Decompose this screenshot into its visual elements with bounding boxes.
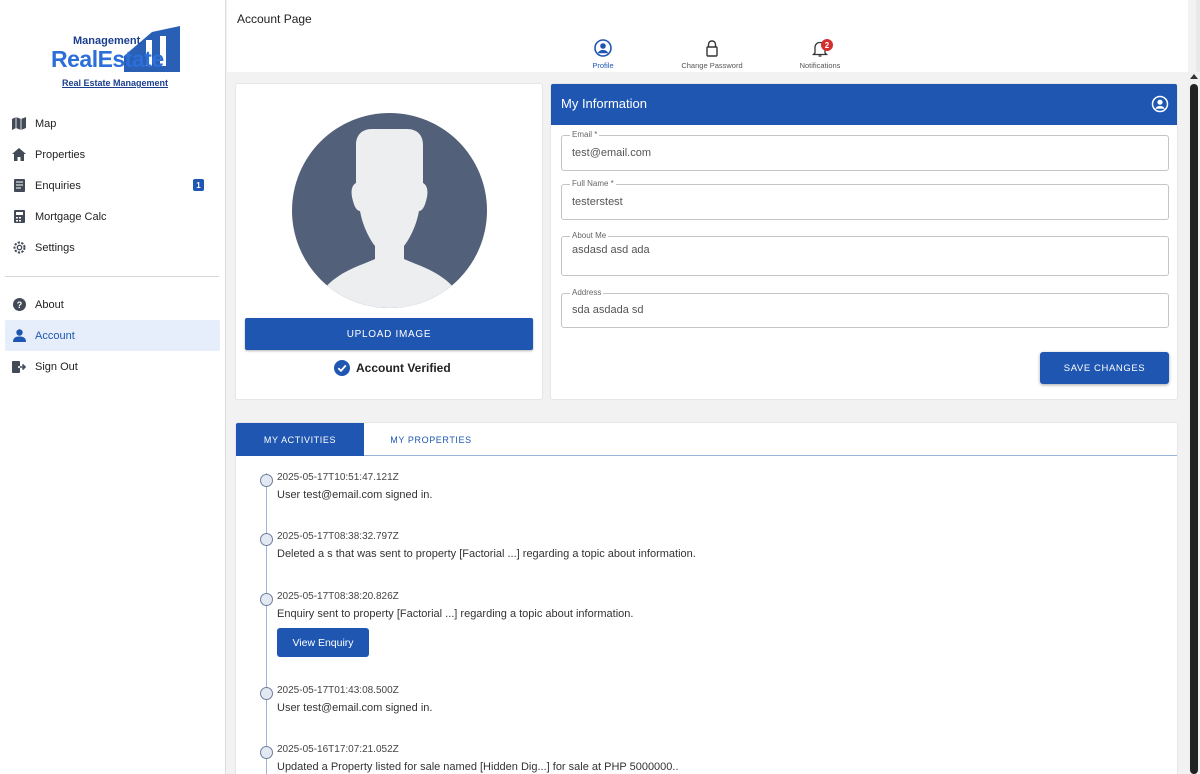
main-nav: Map Properties Enquiries 1 Mortgage Calc	[5, 108, 220, 263]
page-scrollbar[interactable]	[1188, 72, 1200, 774]
notifications-count-badge: 2	[821, 39, 833, 51]
address-field-value[interactable]: sda asdada sd	[572, 304, 644, 316]
email-field-value[interactable]: test@email.com	[572, 147, 651, 159]
sidebar-item-settings[interactable]: Settings	[5, 232, 220, 263]
about-me-field[interactable]: About Me asdasd asd ada	[561, 231, 1169, 276]
sidebar: Management RealEstate Real Estate Manage…	[0, 0, 226, 774]
sidebar-item-about[interactable]: ? About	[5, 289, 220, 320]
sidebar-item-label: Sign Out	[35, 360, 78, 373]
timeline-timestamp: 2025-05-17T01:43:08.500Z	[277, 685, 399, 696]
account-circle-icon	[593, 38, 613, 58]
brand-name: RealEstate	[51, 46, 164, 72]
logout-icon	[12, 360, 26, 374]
timeline-timestamp: 2025-05-17T08:38:20.826Z	[277, 591, 399, 602]
tab-my-activities[interactable]: MY ACTIVITIES	[236, 423, 364, 456]
tab-label: Notifications	[799, 61, 841, 70]
sidebar-item-label: Settings	[35, 241, 75, 254]
verified-label: Account Verified	[356, 361, 451, 375]
timeline-message: Updated a Property listed for sale named…	[277, 761, 679, 773]
avatar[interactable]	[292, 113, 487, 308]
person-icon	[12, 329, 26, 343]
sidebar-item-label: Properties	[35, 148, 86, 161]
home-icon	[12, 148, 26, 162]
timeline-message: User test@email.com signed in.	[277, 489, 433, 501]
timeline-message: Enquiry sent to property [Factorial ...]…	[277, 608, 634, 620]
tab-profile[interactable]: Profile	[553, 38, 653, 70]
email-field[interactable]: Email * test@email.com	[561, 130, 1169, 171]
tab-my-properties[interactable]: MY PROPERTIES	[364, 423, 498, 456]
timeline-timestamp: 2025-05-16T17:07:21.052Z	[277, 744, 399, 755]
full-name-field-value[interactable]: testerstest	[572, 196, 623, 208]
secondary-nav: ? About Account Sign Out	[5, 289, 220, 382]
sidebar-item-label: About	[35, 298, 64, 311]
page-title: Account Page	[237, 12, 312, 26]
bell-icon: 2	[810, 38, 833, 58]
activity-card: MY ACTIVITIES MY PROPERTIES 2025-05-17T1…	[235, 422, 1178, 774]
tab-label: Change Password	[681, 61, 743, 70]
about-me-field-label: About Me	[570, 231, 609, 240]
sidebar-divider	[5, 276, 219, 277]
timeline-dot	[260, 687, 273, 700]
info-card-header: My Information	[551, 84, 1177, 125]
document-icon	[12, 179, 26, 193]
timeline-message: Deleted a s that was sent to property [F…	[277, 548, 696, 560]
sidebar-item-label: Account	[35, 329, 75, 342]
tab-notifications[interactable]: 2 Notifications	[770, 38, 870, 70]
timeline-dot	[260, 746, 273, 759]
upload-image-button[interactable]: UPLOAD IMAGE	[245, 318, 533, 350]
info-card-title: My Information	[561, 96, 647, 111]
my-information-card: My Information Email * test@email.com Fu…	[550, 83, 1178, 400]
sidebar-item-enquiries[interactable]: Enquiries 1	[5, 170, 220, 201]
activity-tabs: MY ACTIVITIES MY PROPERTIES	[236, 423, 1177, 456]
timeline-dot	[260, 533, 273, 546]
account-verified-status: Account Verified	[334, 360, 451, 376]
map-icon	[12, 117, 26, 131]
timeline-timestamp: 2025-05-17T08:38:32.797Z	[277, 531, 399, 542]
tab-change-password[interactable]: Change Password	[662, 38, 762, 70]
full-name-field[interactable]: Full Name * testerstest	[561, 179, 1169, 220]
timeline-connector	[266, 473, 267, 774]
svg-text:?: ?	[16, 300, 22, 310]
window-edge	[1196, 0, 1200, 72]
sidebar-item-label: Mortgage Calc	[35, 210, 107, 223]
lock-icon	[702, 38, 722, 58]
profile-card: UPLOAD IMAGE Account Verified	[235, 83, 543, 400]
scroll-up-arrow-icon[interactable]	[1190, 74, 1198, 79]
sidebar-item-properties[interactable]: Properties	[5, 139, 220, 170]
address-field-label: Address	[570, 288, 604, 297]
timeline-dot	[260, 474, 273, 487]
brand-subtitle[interactable]: Real Estate Management	[62, 78, 168, 88]
view-enquiry-button[interactable]: View Enquiry	[277, 628, 369, 657]
sidebar-item-sign-out[interactable]: Sign Out	[5, 351, 220, 382]
sidebar-item-account[interactable]: Account	[5, 320, 220, 351]
sidebar-item-label: Enquiries	[35, 179, 81, 192]
full-name-field-label: Full Name *	[570, 179, 616, 188]
sidebar-item-mortgage-calc[interactable]: Mortgage Calc	[5, 201, 220, 232]
timeline-dot	[260, 593, 273, 606]
timeline-timestamp: 2025-05-17T10:51:47.121Z	[277, 472, 399, 483]
scrollbar-thumb[interactable]	[1190, 84, 1198, 774]
person-silhouette-icon	[324, 129, 455, 308]
sidebar-item-map[interactable]: Map	[5, 108, 220, 139]
gear-icon	[12, 241, 26, 255]
calculator-icon	[12, 210, 26, 224]
page-header: Account Page Profile Change Password 2 N…	[227, 0, 1188, 72]
timeline-message: User test@email.com signed in.	[277, 702, 433, 714]
help-icon: ?	[12, 298, 26, 312]
address-field[interactable]: Address sda asdada sd	[561, 288, 1169, 328]
save-changes-button[interactable]: SAVE CHANGES	[1040, 352, 1169, 384]
enquiries-count-badge: 1	[193, 179, 204, 191]
about-me-field-value[interactable]: asdasd asd ada	[572, 244, 650, 256]
check-circle-icon	[334, 360, 350, 376]
account-circle-icon	[1151, 95, 1169, 113]
email-field-label: Email *	[570, 130, 600, 139]
sidebar-item-label: Map	[35, 117, 57, 130]
brand-logo[interactable]: Management RealEstate Real Estate Manage…	[50, 24, 182, 90]
tab-label: Profile	[592, 61, 614, 70]
